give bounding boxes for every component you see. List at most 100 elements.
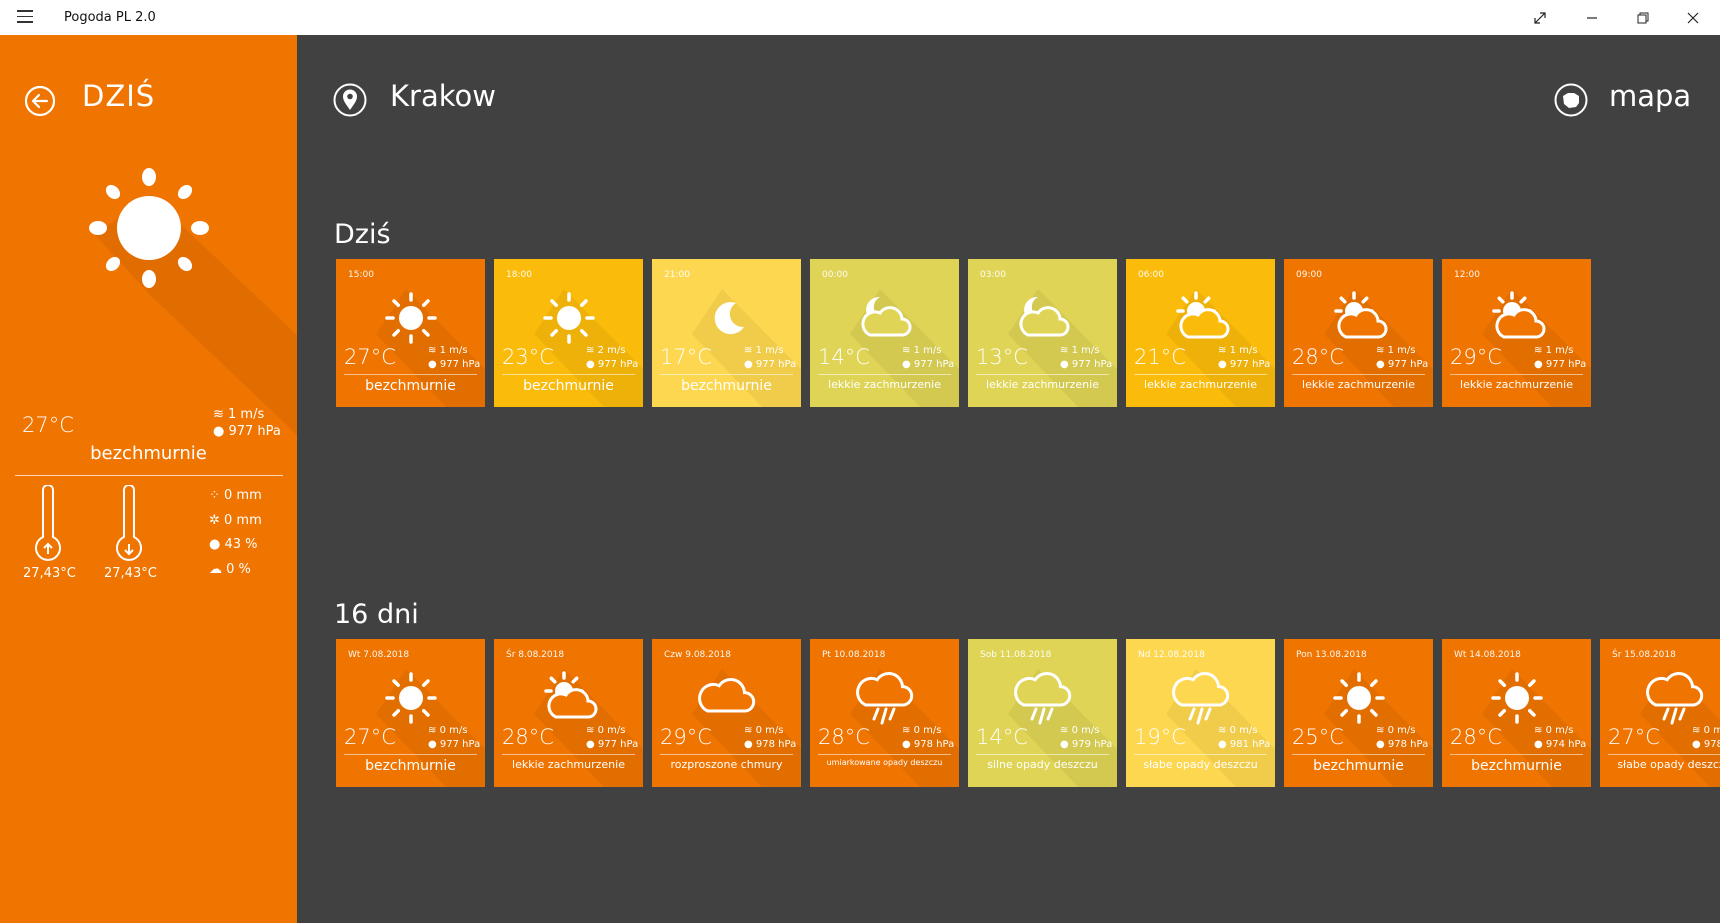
tile-pressure-value: 977 hPa	[1229, 359, 1271, 370]
tile-wind: ≋ 1 m/s	[902, 345, 941, 356]
forecast-tile[interactable]: 09:00 28°C ≋ 1 m/s ● 977 hPa lekkie zach…	[1284, 259, 1433, 407]
wind-icon: ≋	[1534, 725, 1546, 736]
tile-temperature: 28°C	[1450, 725, 1502, 749]
tile-temperature: 29°C	[660, 725, 712, 749]
tile-wind: ≋ 0 m/s	[744, 725, 783, 736]
tile-description: lekkie zachmurzenie	[1460, 378, 1573, 391]
droplet-icon: ●	[209, 537, 225, 552]
tile-description: lekkie zachmurzenie	[512, 758, 625, 771]
tile-pressure-value: 977 hPa	[1545, 359, 1587, 370]
tile-description: silne opady deszczu	[987, 758, 1098, 771]
thermometer-up-icon	[33, 484, 63, 567]
rain-drops-icon: ⁘	[209, 488, 225, 503]
forecast-tile[interactable]: Śr 8.08.2018 28°C ≋ 0 m/s ● 977 hPa lekk…	[494, 639, 643, 787]
cloud-icon: ☁	[209, 562, 227, 577]
tile-description: bezchmurnie	[365, 378, 456, 394]
forecast-tile[interactable]: 21:00 17°C ≋ 1 m/s ● 977 hPa bezchmurnie	[652, 259, 801, 407]
pressure-icon: ●	[1534, 359, 1546, 370]
tile-temperature: 23°C	[502, 345, 554, 369]
pressure-icon: ●	[744, 359, 756, 370]
tile-temperature: 27°C	[344, 725, 396, 749]
forecast-tile[interactable]: Śr 15.08.2018 27°C ≋ 0 m/s ● 978 hPa sła…	[1600, 639, 1720, 787]
forecast-tile[interactable]: 18:00 23°C ≋ 2 m/s ● 977 hPa bezchmurnie	[494, 259, 643, 407]
tile-description: rozproszone chmury	[670, 758, 783, 771]
tile-divider	[818, 374, 951, 375]
tile-wind-value: 0 m/s	[755, 725, 784, 736]
forecast-tile[interactable]: Sob 11.08.2018 14°C ≋ 0 m/s ● 979 hPa si…	[968, 639, 1117, 787]
tile-temperature: 27°C	[1608, 725, 1660, 749]
tile-wind-value: 1 m/s	[1387, 345, 1416, 356]
tile-pressure: ● 977 hPa	[428, 739, 480, 750]
tile-pressure: ● 981 hPa	[1218, 739, 1270, 750]
current-wind-value: 1 m/s	[228, 407, 265, 422]
map-icon[interactable]	[1554, 83, 1588, 121]
map-link[interactable]: mapa	[1609, 79, 1691, 113]
location-pin-icon[interactable]	[333, 83, 367, 121]
forecast-tile[interactable]: Pt 10.08.2018 28°C ≋ 0 m/s ● 978 hPa umi…	[810, 639, 959, 787]
tile-wind: ≋ 0 m/s	[1534, 725, 1573, 736]
tile-divider	[502, 754, 635, 755]
wind-icon: ≋	[902, 725, 914, 736]
tile-time-label: 21:00	[664, 270, 690, 280]
wind-icon: ≋	[1376, 725, 1388, 736]
pressure-icon: ●	[902, 359, 914, 370]
title-bar: Pogoda PL 2.0	[0, 0, 1720, 35]
minimize-icon[interactable]	[1567, 0, 1617, 35]
close-icon[interactable]	[1668, 0, 1718, 35]
forecast-tile[interactable]: 12:00 29°C ≋ 1 m/s ● 977 hPa lekkie zach…	[1442, 259, 1591, 407]
forecast-tile[interactable]: Wt 7.08.2018 27°C ≋ 0 m/s ● 977 hPa bezc…	[336, 639, 485, 787]
tile-wind: ≋ 1 m/s	[1376, 345, 1415, 356]
expand-icon[interactable]	[1515, 0, 1565, 35]
tile-pressure-value: 977 hPa	[1071, 359, 1113, 370]
tile-wind-value: 1 m/s	[1071, 345, 1100, 356]
tile-time-label: 00:00	[822, 270, 848, 280]
tile-pressure: ● 977 hPa	[744, 359, 796, 370]
tile-pressure-value: 978 hPa	[1703, 739, 1720, 750]
tile-wind: ≋ 1 m/s	[744, 345, 783, 356]
restore-icon[interactable]	[1618, 0, 1668, 35]
city-name[interactable]: Krakow	[390, 79, 496, 113]
forecast-tile[interactable]: Czw 9.08.2018 29°C ≋ 0 m/s ● 978 hPa roz…	[652, 639, 801, 787]
forecast-tile[interactable]: Nd 12.08.2018 19°C ≋ 0 m/s ● 981 hPa sła…	[1126, 639, 1275, 787]
pressure-icon: ●	[586, 739, 598, 750]
tile-wind: ≋ 0 m/s	[1060, 725, 1099, 736]
tile-divider	[1134, 754, 1267, 755]
daily-forecast-row: Wt 7.08.2018 27°C ≋ 0 m/s ● 977 hPa bezc…	[336, 639, 1720, 787]
forecast-tile[interactable]: Wt 14.08.2018 28°C ≋ 0 m/s ● 974 hPa bez…	[1442, 639, 1591, 787]
tile-wind-value: 0 m/s	[1703, 725, 1720, 736]
pressure-icon: ●	[1376, 359, 1388, 370]
tile-pressure: ● 977 hPa	[1534, 359, 1586, 370]
tile-pressure: ● 978 hPa	[744, 739, 796, 750]
tile-wind-value: 0 m/s	[1545, 725, 1574, 736]
wind-icon: ≋	[902, 345, 914, 356]
tile-description: lekkie zachmurzenie	[986, 378, 1099, 391]
pressure-icon: ●	[1376, 739, 1388, 750]
temperature-max: 27,43°C	[23, 566, 76, 581]
rain-value: 0 mm	[224, 488, 262, 503]
temperature-min: 27,43°C	[104, 566, 157, 581]
tile-time-label: 18:00	[506, 270, 532, 280]
hamburger-menu-icon[interactable]	[17, 10, 33, 24]
tile-time-label: Pon 13.08.2018	[1296, 650, 1367, 660]
forecast-tile[interactable]: 06:00 21°C ≋ 1 m/s ● 977 hPa lekkie zach…	[1126, 259, 1275, 407]
forecast-tile[interactable]: 00:00 14°C ≋ 1 m/s ● 977 hPa lekkie zach…	[810, 259, 959, 407]
tile-divider	[1292, 374, 1425, 375]
tile-divider	[344, 754, 477, 755]
forecast-tile[interactable]: Pon 13.08.2018 25°C ≋ 0 m/s ● 978 hPa be…	[1284, 639, 1433, 787]
tile-pressure-value: 977 hPa	[597, 359, 639, 370]
pressure-icon: ●	[1060, 359, 1072, 370]
tile-wind: ≋ 0 m/s	[1376, 725, 1415, 736]
tile-pressure: ● 977 hPa	[586, 739, 638, 750]
tile-wind-value: 0 m/s	[913, 725, 942, 736]
wind-icon: ≋	[1218, 725, 1230, 736]
snowflake-icon: ✲	[209, 513, 225, 528]
snow-amount: ✲ 0 mm	[209, 513, 262, 528]
back-arrow-icon[interactable]	[24, 85, 56, 121]
tile-description: słabe opady deszczu	[1143, 758, 1258, 771]
tile-pressure-value: 978 hPa	[755, 739, 797, 750]
app-title: Pogoda PL 2.0	[64, 10, 156, 25]
forecast-tile[interactable]: 03:00 13°C ≋ 1 m/s ● 977 hPa lekkie zach…	[968, 259, 1117, 407]
tile-divider	[1134, 374, 1267, 375]
pressure-icon: ●	[428, 359, 440, 370]
forecast-tile[interactable]: 15:00 27°C ≋ 1 m/s ● 977 hPa bezchmurnie	[336, 259, 485, 407]
